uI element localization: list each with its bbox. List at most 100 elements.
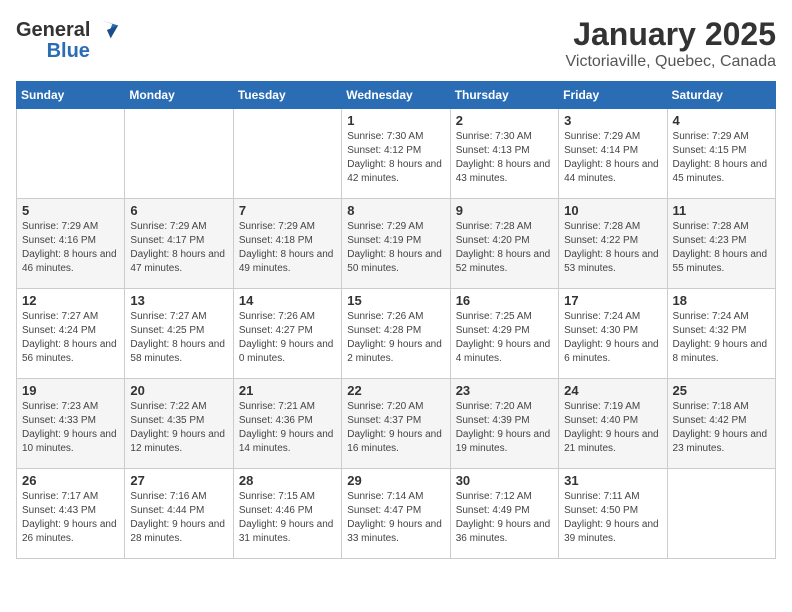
day-number: 21 bbox=[239, 383, 336, 398]
day-number: 22 bbox=[347, 383, 444, 398]
logo-bird-icon bbox=[92, 16, 120, 44]
calendar-cell: 25 Sunrise: 7:18 AM Sunset: 4:42 PM Dayli… bbox=[667, 379, 775, 469]
calendar-cell: 6 Sunrise: 7:29 AM Sunset: 4:17 PM Daylig… bbox=[125, 199, 233, 289]
day-info: Sunrise: 7:24 AM Sunset: 4:30 PM Dayligh… bbox=[564, 310, 661, 366]
day-number: 17 bbox=[564, 293, 661, 308]
calendar-week-5: 26 Sunrise: 7:17 AM Sunset: 4:43 PM Dayli… bbox=[17, 469, 776, 559]
weekday-header-friday: Friday bbox=[559, 82, 667, 109]
calendar-cell: 31 Sunrise: 7:11 AM Sunset: 4:50 PM Dayli… bbox=[559, 469, 667, 559]
calendar-cell bbox=[233, 109, 341, 199]
day-info: Sunrise: 7:21 AM Sunset: 4:36 PM Dayligh… bbox=[239, 400, 336, 456]
calendar-cell: 9 Sunrise: 7:28 AM Sunset: 4:20 PM Daylig… bbox=[450, 199, 558, 289]
calendar-cell: 15 Sunrise: 7:26 AM Sunset: 4:28 PM Dayli… bbox=[342, 289, 450, 379]
calendar-cell: 16Sunrise: 7:25 AM Sunset: 4:29 PM Dayli… bbox=[450, 289, 558, 379]
logo-general: General bbox=[16, 19, 90, 42]
day-number: 24 bbox=[564, 383, 661, 398]
day-info: Sunrise: 7:28 AM Sunset: 4:23 PM Dayligh… bbox=[673, 220, 770, 276]
calendar-cell: 3 Sunrise: 7:29 AM Sunset: 4:14 PM Daylig… bbox=[559, 109, 667, 199]
day-info: Sunrise: 7:18 AM Sunset: 4:42 PM Dayligh… bbox=[673, 400, 770, 456]
day-number: 31 bbox=[564, 473, 661, 488]
day-info: Sunrise: 7:11 AM Sunset: 4:50 PM Dayligh… bbox=[564, 490, 661, 546]
day-number: 23 bbox=[456, 383, 553, 398]
day-info: Sunrise: 7:27 AM Sunset: 4:24 PM Dayligh… bbox=[22, 310, 119, 366]
day-info: Sunrise: 7:14 AM Sunset: 4:47 PM Dayligh… bbox=[347, 490, 444, 546]
day-number: 3 bbox=[564, 113, 661, 128]
title-block: January 2025 Victoriaville, Quebec, Cana… bbox=[566, 16, 777, 71]
calendar-cell: 17 Sunrise: 7:24 AM Sunset: 4:30 PM Dayli… bbox=[559, 289, 667, 379]
day-info: Sunrise: 7:12 AM Sunset: 4:49 PM Dayligh… bbox=[456, 490, 553, 546]
day-number: 15 bbox=[347, 293, 444, 308]
day-number: 25 bbox=[673, 383, 770, 398]
day-info: Sunrise: 7:28 AM Sunset: 4:20 PM Dayligh… bbox=[456, 220, 553, 276]
calendar-week-4: 19Sunrise: 7:23 AM Sunset: 4:33 PM Dayli… bbox=[17, 379, 776, 469]
day-number: 29 bbox=[347, 473, 444, 488]
day-number: 7 bbox=[239, 203, 336, 218]
calendar-cell: 14 Sunrise: 7:26 AM Sunset: 4:27 PM Dayli… bbox=[233, 289, 341, 379]
month-title: January 2025 bbox=[566, 16, 777, 53]
day-number: 28 bbox=[239, 473, 336, 488]
calendar-cell: 28 Sunrise: 7:15 AM Sunset: 4:46 PM Dayli… bbox=[233, 469, 341, 559]
calendar-cell bbox=[17, 109, 125, 199]
weekday-header-saturday: Saturday bbox=[667, 82, 775, 109]
calendar-cell: 1 Sunrise: 7:30 AM Sunset: 4:12 PM Daylig… bbox=[342, 109, 450, 199]
day-number: 18 bbox=[673, 293, 770, 308]
day-info: Sunrise: 7:15 AM Sunset: 4:46 PM Dayligh… bbox=[239, 490, 336, 546]
day-info: Sunrise: 7:29 AM Sunset: 4:15 PM Dayligh… bbox=[673, 130, 770, 186]
weekday-header-wednesday: Wednesday bbox=[342, 82, 450, 109]
day-info: Sunrise: 7:24 AM Sunset: 4:32 PM Dayligh… bbox=[673, 310, 770, 366]
weekday-header-row: SundayMondayTuesdayWednesdayThursdayFrid… bbox=[17, 82, 776, 109]
day-number: 20 bbox=[130, 383, 227, 398]
day-number: 9 bbox=[456, 203, 553, 218]
day-info: Sunrise: 7:22 AM Sunset: 4:35 PM Dayligh… bbox=[130, 400, 227, 456]
logo-blue: Blue bbox=[47, 40, 90, 63]
calendar-cell: 26 Sunrise: 7:17 AM Sunset: 4:43 PM Dayli… bbox=[17, 469, 125, 559]
day-info: Sunrise: 7:26 AM Sunset: 4:27 PM Dayligh… bbox=[239, 310, 336, 366]
weekday-header-tuesday: Tuesday bbox=[233, 82, 341, 109]
day-info: Sunrise: 7:26 AM Sunset: 4:28 PM Dayligh… bbox=[347, 310, 444, 366]
day-number: 5 bbox=[22, 203, 119, 218]
day-info: Sunrise: 7:30 AM Sunset: 4:12 PM Dayligh… bbox=[347, 130, 444, 186]
calendar-cell: 18 Sunrise: 7:24 AM Sunset: 4:32 PM Dayli… bbox=[667, 289, 775, 379]
day-number: 26 bbox=[22, 473, 119, 488]
day-number: 11 bbox=[673, 203, 770, 218]
calendar-week-2: 5Sunrise: 7:29 AM Sunset: 4:16 PM Daylig… bbox=[17, 199, 776, 289]
calendar-cell bbox=[125, 109, 233, 199]
calendar-cell: 10Sunrise: 7:28 AM Sunset: 4:22 PM Dayli… bbox=[559, 199, 667, 289]
day-info: Sunrise: 7:29 AM Sunset: 4:17 PM Dayligh… bbox=[130, 220, 227, 276]
calendar-cell: 30 Sunrise: 7:12 AM Sunset: 4:49 PM Dayli… bbox=[450, 469, 558, 559]
day-number: 27 bbox=[130, 473, 227, 488]
weekday-header-thursday: Thursday bbox=[450, 82, 558, 109]
day-info: Sunrise: 7:30 AM Sunset: 4:13 PM Dayligh… bbox=[456, 130, 553, 186]
day-info: Sunrise: 7:16 AM Sunset: 4:44 PM Dayligh… bbox=[130, 490, 227, 546]
day-info: Sunrise: 7:19 AM Sunset: 4:40 PM Dayligh… bbox=[564, 400, 661, 456]
calendar-cell: 27 Sunrise: 7:16 AM Sunset: 4:44 PM Dayli… bbox=[125, 469, 233, 559]
calendar-cell: 11 Sunrise: 7:28 AM Sunset: 4:23 PM Dayli… bbox=[667, 199, 775, 289]
calendar-cell: 5Sunrise: 7:29 AM Sunset: 4:16 PM Daylig… bbox=[17, 199, 125, 289]
calendar-week-1: 1 Sunrise: 7:30 AM Sunset: 4:12 PM Daylig… bbox=[17, 109, 776, 199]
day-number: 10 bbox=[564, 203, 661, 218]
day-number: 1 bbox=[347, 113, 444, 128]
calendar-cell: 24 Sunrise: 7:19 AM Sunset: 4:40 PM Dayli… bbox=[559, 379, 667, 469]
day-number: 14 bbox=[239, 293, 336, 308]
day-info: Sunrise: 7:17 AM Sunset: 4:43 PM Dayligh… bbox=[22, 490, 119, 546]
calendar-cell: 19Sunrise: 7:23 AM Sunset: 4:33 PM Dayli… bbox=[17, 379, 125, 469]
page-header: General Blue January 2025 Victoriaville,… bbox=[16, 16, 776, 71]
day-number: 19 bbox=[22, 383, 119, 398]
day-number: 4 bbox=[673, 113, 770, 128]
day-info: Sunrise: 7:20 AM Sunset: 4:39 PM Dayligh… bbox=[456, 400, 553, 456]
weekday-header-sunday: Sunday bbox=[17, 82, 125, 109]
day-info: Sunrise: 7:29 AM Sunset: 4:14 PM Dayligh… bbox=[564, 130, 661, 186]
day-info: Sunrise: 7:29 AM Sunset: 4:18 PM Dayligh… bbox=[239, 220, 336, 276]
calendar-cell: 23 Sunrise: 7:20 AM Sunset: 4:39 PM Dayli… bbox=[450, 379, 558, 469]
day-number: 6 bbox=[130, 203, 227, 218]
day-info: Sunrise: 7:25 AM Sunset: 4:29 PM Dayligh… bbox=[456, 310, 553, 366]
calendar-table: SundayMondayTuesdayWednesdayThursdayFrid… bbox=[16, 81, 776, 559]
day-number: 30 bbox=[456, 473, 553, 488]
day-number: 2 bbox=[456, 113, 553, 128]
calendar-week-3: 12 Sunrise: 7:27 AM Sunset: 4:24 PM Dayli… bbox=[17, 289, 776, 379]
day-info: Sunrise: 7:29 AM Sunset: 4:19 PM Dayligh… bbox=[347, 220, 444, 276]
day-number: 12 bbox=[22, 293, 119, 308]
day-number: 13 bbox=[130, 293, 227, 308]
day-info: Sunrise: 7:20 AM Sunset: 4:37 PM Dayligh… bbox=[347, 400, 444, 456]
calendar-cell: 4 Sunrise: 7:29 AM Sunset: 4:15 PM Daylig… bbox=[667, 109, 775, 199]
